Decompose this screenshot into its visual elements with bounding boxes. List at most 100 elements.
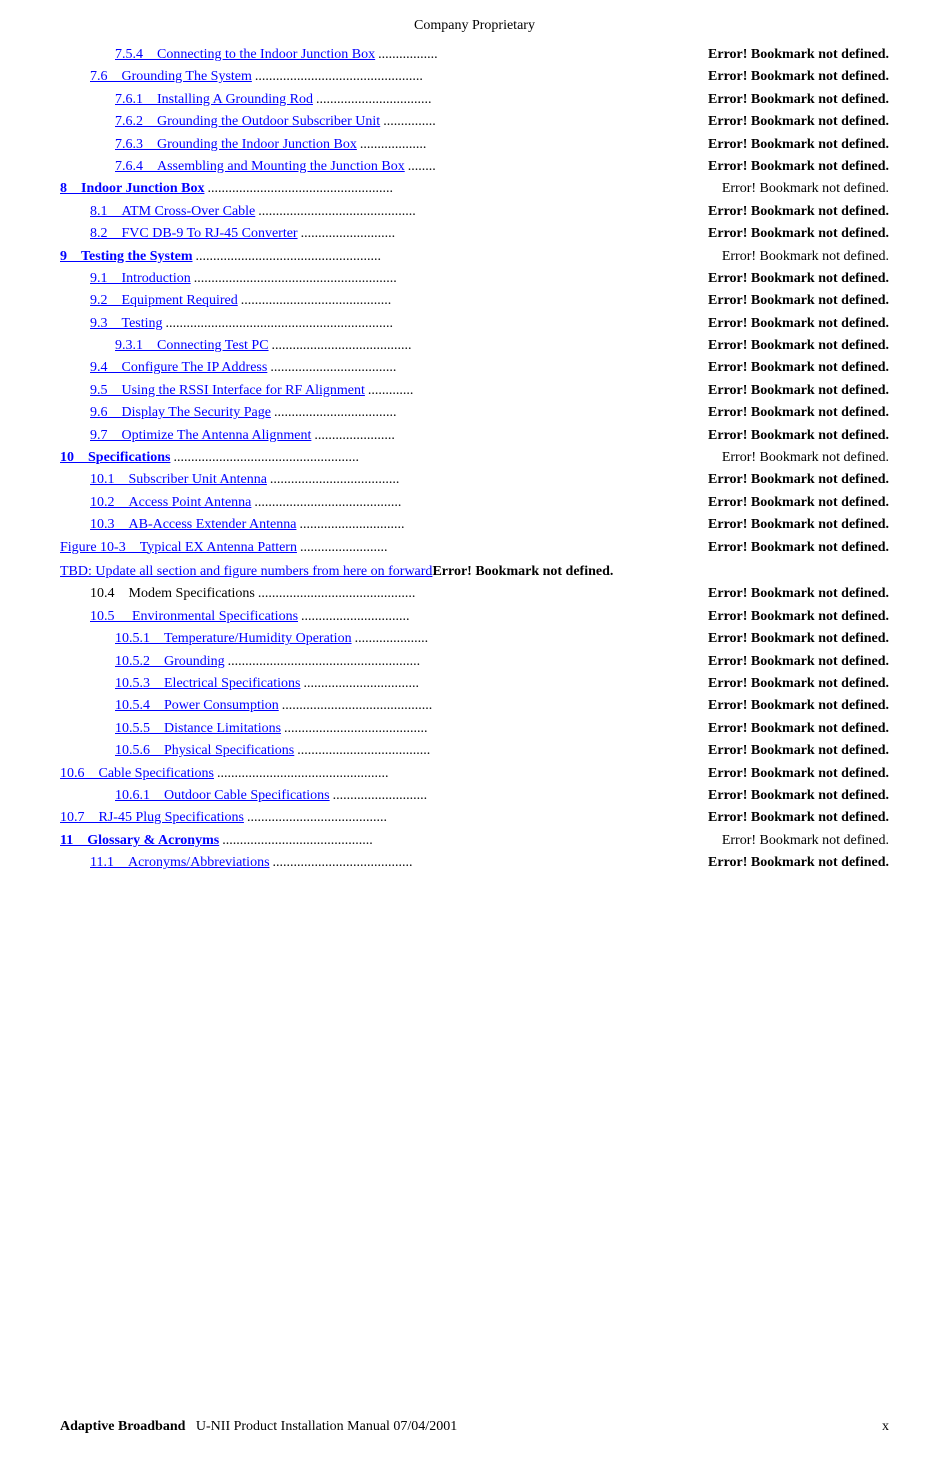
toc-dots: ........................................…: [255, 583, 708, 605]
toc-link[interactable]: 7.6.4 Assembling and Mounting the Juncti…: [115, 159, 405, 174]
toc-link[interactable]: 9.3 Testing: [90, 316, 163, 331]
toc-dots: ...............................: [298, 606, 708, 628]
toc-link[interactable]: 8.1 ATM Cross-Over Cable: [90, 204, 255, 219]
toc-error: Error! Bookmark not defined.: [708, 425, 889, 447]
toc-entry: 8 Indoor Junction Box...................…: [60, 178, 889, 200]
toc-entry: 9.3.1 Connecting Test PC................…: [60, 335, 889, 357]
toc-error: Error! Bookmark not defined.: [708, 290, 889, 312]
toc-dots: .................................: [313, 89, 708, 111]
toc-dots: ........................................…: [255, 201, 708, 223]
toc-dots: ........................................…: [193, 246, 722, 268]
toc-link[interactable]: 10.5.5 Distance Limitations: [115, 721, 281, 736]
toc-link[interactable]: 10.5.1 Temperature/Humidity Operation: [115, 631, 352, 646]
toc-error: Error! Bookmark not defined.: [708, 134, 889, 156]
footer-brand: Adaptive Broadband U-NII Product Install…: [60, 1419, 457, 1435]
toc-link[interactable]: 10.5 Environmental Specifications: [90, 609, 298, 624]
toc-entry: 9.4 Configure The IP Address............…: [60, 357, 889, 379]
toc-dots: ...........................: [330, 785, 708, 807]
toc-link[interactable]: 9.5 Using the RSSI Interface for RF Alig…: [90, 383, 365, 398]
toc-dots: .........................: [297, 537, 708, 559]
toc-error: Error! Bookmark not defined.: [708, 335, 889, 357]
toc-error: Error! Bookmark not defined.: [722, 830, 889, 852]
toc-entry: 7.6.1 Installing A Grounding Rod........…: [60, 89, 889, 111]
toc-link[interactable]: 10.1 Subscriber Unit Antenna: [90, 472, 267, 487]
toc-link[interactable]: 7.6 Grounding The System: [90, 69, 252, 84]
toc-link[interactable]: 10.6.1 Outdoor Cable Specifications: [115, 788, 330, 803]
toc-link[interactable]: 9.6 Display The Security Page: [90, 405, 271, 420]
toc-error: Error! Bookmark not defined.: [708, 201, 889, 223]
toc-link[interactable]: 11 Glossary & Acronyms: [60, 833, 219, 848]
toc-link[interactable]: 11.1 Acronyms/Abbreviations: [90, 855, 270, 870]
toc-link[interactable]: 8.2 FVC DB-9 To RJ-45 Converter: [90, 226, 298, 241]
toc-dots: ........................................…: [252, 66, 708, 88]
toc-link[interactable]: 10 Specifications: [60, 450, 170, 465]
toc-error: Error! Bookmark not defined.: [708, 537, 889, 559]
toc-entry: 8.2 FVC DB-9 To RJ-45 Converter.........…: [60, 223, 889, 245]
page-footer: Adaptive Broadband U-NII Product Install…: [0, 1419, 949, 1435]
toc-link[interactable]: 10.5.6 Physical Specifications: [115, 743, 294, 758]
toc-link[interactable]: 9 Testing the System: [60, 249, 193, 264]
toc-entry: 7.6.4 Assembling and Mounting the Juncti…: [60, 156, 889, 178]
toc-error: Error! Bookmark not defined.: [708, 718, 889, 740]
toc-link[interactable]: 9.4 Configure The IP Address: [90, 360, 267, 375]
toc-entry: 9.7 Optimize The Antenna Alignment......…: [60, 425, 889, 447]
toc-error: Error! Bookmark not defined.: [708, 492, 889, 514]
toc-link[interactable]: 7.6.1 Installing A Grounding Rod: [115, 92, 313, 107]
toc-error: Error! Bookmark not defined.: [708, 380, 889, 402]
toc-entry: 10.5.5 Distance Limitations.............…: [60, 718, 889, 740]
toc-error: Error! Bookmark not defined.: [708, 268, 889, 290]
toc-link[interactable]: 8 Indoor Junction Box: [60, 181, 204, 196]
toc-dots: ...........................: [298, 223, 708, 245]
toc-error: Error! Bookmark not defined.: [708, 651, 889, 673]
toc-entry: 9.6 Display The Security Page...........…: [60, 402, 889, 424]
toc-entry: Figure 10-3 Typical EX Antenna Pattern..…: [60, 537, 889, 559]
toc-link[interactable]: 7.5.4 Connecting to the Indoor Junction …: [115, 47, 375, 62]
toc-link[interactable]: 10.2 Access Point Antenna: [90, 495, 251, 510]
toc-entry: 11 Glossary & Acronyms..................…: [60, 830, 889, 852]
toc-dots: ...............: [380, 111, 708, 133]
toc-link[interactable]: 9.7 Optimize The Antenna Alignment: [90, 428, 311, 443]
toc-entry: 9.2 Equipment Required..................…: [60, 290, 889, 312]
toc-dots: .................: [375, 44, 708, 66]
toc-dots: ......................................: [294, 740, 708, 762]
toc-link[interactable]: 7.6.3 Grounding the Indoor Junction Box: [115, 137, 357, 152]
toc-dots: ........................................…: [214, 763, 708, 785]
toc-dots: ........................................…: [281, 718, 708, 740]
toc-error: Error! Bookmark not defined.: [708, 514, 889, 536]
toc-link[interactable]: 10.6 Cable Specifications: [60, 766, 214, 781]
toc-error: Error! Bookmark not defined.: [708, 44, 889, 66]
toc-link[interactable]: 10.3 AB-Access Extender Antenna: [90, 517, 296, 532]
toc-entry: 10.5.4 Power Consumption................…: [60, 695, 889, 717]
toc-entry: 10.7 RJ-45 Plug Specifications..........…: [60, 807, 889, 829]
toc-link[interactable]: 9.1 Introduction: [90, 271, 191, 286]
toc-dots: ...................: [357, 134, 708, 156]
toc-link[interactable]: Figure 10-3 Typical EX Antenna Pattern: [60, 540, 297, 555]
toc-link[interactable]: 10.7 RJ-45 Plug Specifications: [60, 810, 244, 825]
toc-entry: 11.1 Acronyms/Abbreviations.............…: [60, 852, 889, 874]
toc-link[interactable]: 9.2 Equipment Required: [90, 293, 238, 308]
toc-dots: ........................................: [270, 852, 709, 874]
toc-error: Error! Bookmark not defined.: [708, 673, 889, 695]
toc-error: Error! Bookmark not defined.: [708, 402, 889, 424]
toc-link[interactable]: TBD: Update all section and figure numbe…: [60, 561, 432, 583]
footer-page: x: [882, 1419, 889, 1435]
toc-error: Error! Bookmark not defined.: [708, 469, 889, 491]
toc-dots: ........................................…: [219, 830, 722, 852]
toc-error: Error! Bookmark not defined.: [722, 447, 889, 469]
toc-entry: 7.6 Grounding The System................…: [60, 66, 889, 88]
toc-dots: .......................: [311, 425, 708, 447]
toc-link[interactable]: 9.3.1 Connecting Test PC: [115, 338, 269, 353]
toc-error: Error! Bookmark not defined.: [722, 178, 889, 200]
toc-link[interactable]: 7.6.2 Grounding the Outdoor Subscriber U…: [115, 114, 380, 129]
toc-link[interactable]: 10.5.3 Electrical Specifications: [115, 676, 300, 691]
toc-dots: .............: [365, 380, 708, 402]
toc-dots: ...................................: [271, 402, 708, 424]
toc-entry: 7.6.2 Grounding the Outdoor Subscriber U…: [60, 111, 889, 133]
toc-link[interactable]: 10.5.4 Power Consumption: [115, 698, 279, 713]
toc-link[interactable]: 10.5.2 Grounding: [115, 654, 225, 669]
toc-entry: 10.5.1 Temperature/Humidity Operation...…: [60, 628, 889, 650]
toc-error: Error! Bookmark not defined.: [708, 807, 889, 829]
toc-dots: .................................: [300, 673, 708, 695]
page-container: Company Proprietary 7.5.4 Connecting to …: [0, 0, 949, 1465]
toc-dots: ........................................: [269, 335, 708, 357]
